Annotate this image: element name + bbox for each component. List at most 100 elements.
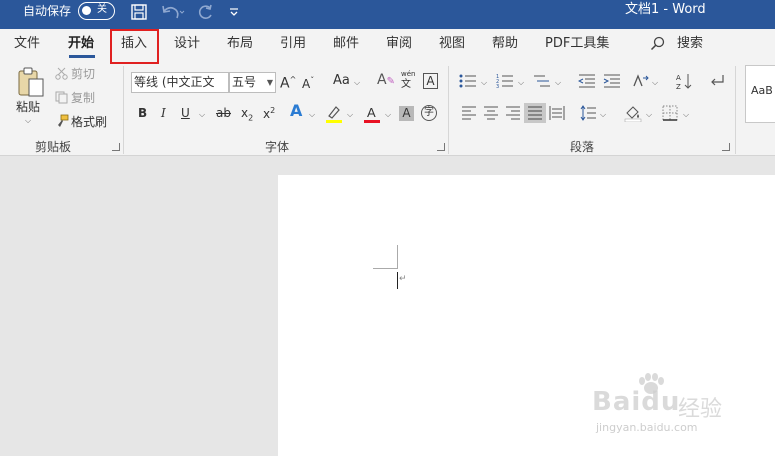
enclose-characters-icon[interactable]: 字 <box>421 105 437 121</box>
crop-mark <box>397 245 398 269</box>
text-effects-icon[interactable]: A <box>290 103 302 119</box>
format-painter-button[interactable]: 格式刷 <box>71 115 107 129</box>
tab-pdf-tools[interactable]: PDF工具集 <box>545 36 609 52</box>
font-size-dropdown-icon: ▼ <box>266 78 273 87</box>
title-bar: 自动保存 关 文档1 - Word <box>0 0 775 29</box>
autosave-state: 关 <box>97 4 107 15</box>
tab-home[interactable]: 开始 <box>68 36 94 52</box>
borders-icon[interactable] <box>662 105 678 124</box>
tab-mailings[interactable]: 邮件 <box>333 36 359 52</box>
strikethrough-button[interactable]: ab <box>216 106 231 120</box>
highlight-dropdown-icon[interactable]: ⌵ <box>347 110 353 120</box>
cut-button[interactable]: 剪切 <box>71 67 95 81</box>
crop-mark <box>373 268 398 269</box>
shrink-font-icon[interactable]: Aˇ <box>302 74 314 91</box>
svg-text:3: 3 <box>496 84 499 89</box>
paragraph-group-label: 段落 <box>570 140 595 154</box>
phonetic-guide-icon[interactable]: wén 文 <box>401 70 415 92</box>
subscript-button[interactable]: x2 <box>241 106 253 125</box>
active-tab-underline <box>69 55 95 58</box>
tab-design[interactable]: 设计 <box>174 36 200 52</box>
bullets-icon[interactable] <box>459 73 477 92</box>
ribbon: 粘贴 ⌵ 剪切 复制 格式刷 剪贴板 等线 (中文正文 五号 ▼ A^ Aˇ A… <box>0 60 775 156</box>
shading-icon[interactable] <box>624 104 642 125</box>
paste-dropdown-icon[interactable]: ⌵ <box>25 116 31 126</box>
highlight-icon[interactable] <box>325 104 343 127</box>
font-name-combo[interactable]: 等线 (中文正文 <box>131 72 229 93</box>
shading-dropdown-icon[interactable]: ⌵ <box>646 110 652 120</box>
paragraph-mark-icon: ↵ <box>399 274 407 284</box>
autosave-toggle[interactable]: 关 <box>78 2 115 20</box>
character-border-icon[interactable]: A <box>423 73 438 89</box>
chinese-layout-dropdown-icon[interactable]: ⌵ <box>652 78 658 88</box>
customize-qat-icon[interactable] <box>228 3 240 23</box>
svg-text:A: A <box>676 74 681 82</box>
decrease-indent-icon[interactable] <box>577 73 596 92</box>
redo-icon[interactable] <box>195 3 215 23</box>
tab-references[interactable]: 引用 <box>280 36 306 52</box>
font-launcher-icon[interactable] <box>437 143 445 151</box>
svg-text:A: A <box>367 105 376 120</box>
autosave-label: 自动保存 <box>23 4 72 18</box>
tab-help[interactable]: 帮助 <box>492 36 518 52</box>
grow-font-icon[interactable]: A^ <box>280 73 296 91</box>
font-group-label: 字体 <box>265 140 290 154</box>
font-size-combo[interactable]: 五号 ▼ <box>229 72 276 93</box>
group-separator <box>448 66 449 154</box>
superscript-button[interactable]: x2 <box>263 104 275 121</box>
multilevel-list-dropdown-icon[interactable]: ⌵ <box>555 78 561 88</box>
show-formatting-marks-icon[interactable] <box>709 73 725 92</box>
watermark-url: jingyan.baidu.com <box>596 421 698 434</box>
underline-dropdown-icon[interactable]: ⌵ <box>199 110 205 120</box>
character-shading-icon[interactable]: A <box>399 106 414 121</box>
paragraph-launcher-icon[interactable] <box>722 143 730 151</box>
insert-tab-highlight <box>110 29 159 64</box>
sort-icon[interactable]: AZ <box>675 72 693 93</box>
text-cursor <box>397 272 398 289</box>
clipboard-launcher-icon[interactable] <box>112 143 120 151</box>
paste-button[interactable]: 粘贴 <box>16 100 40 114</box>
toggle-knob <box>82 6 91 15</box>
clear-formatting-icon[interactable]: A✎ <box>377 73 395 89</box>
tab-view[interactable]: 视图 <box>439 36 465 52</box>
undo-icon[interactable] <box>160 3 186 23</box>
distributed-icon[interactable] <box>549 106 565 123</box>
underline-button[interactable]: U <box>181 106 190 120</box>
change-case-icon[interactable]: Aa <box>333 74 350 88</box>
tab-layout[interactable]: 布局 <box>227 36 253 52</box>
style-gallery-item[interactable]: AaB <box>745 65 775 123</box>
tab-file[interactable]: 文件 <box>14 36 40 52</box>
chinese-layout-icon[interactable] <box>632 72 650 93</box>
bullets-dropdown-icon[interactable]: ⌵ <box>481 78 487 88</box>
align-center-icon[interactable] <box>483 106 499 123</box>
increase-indent-icon[interactable] <box>603 73 621 92</box>
tab-review[interactable]: 审阅 <box>386 36 412 52</box>
watermark-brand: Baidu <box>592 387 681 417</box>
font-color-dropdown-icon[interactable]: ⌵ <box>385 110 391 120</box>
font-color-icon[interactable]: A <box>363 104 381 127</box>
change-case-dropdown-icon[interactable]: ⌵ <box>354 78 360 88</box>
document-title: 文档1 - Word <box>625 2 706 17</box>
line-spacing-icon[interactable] <box>579 105 597 124</box>
numbering-dropdown-icon[interactable]: ⌵ <box>518 78 524 88</box>
align-right-icon[interactable] <box>505 106 521 123</box>
italic-button[interactable]: I <box>161 106 166 120</box>
multilevel-list-icon[interactable] <box>533 73 551 92</box>
clipboard-group-label: 剪贴板 <box>35 140 72 154</box>
align-left-icon[interactable] <box>461 106 477 123</box>
svg-text:Z: Z <box>676 83 681 90</box>
borders-dropdown-icon[interactable]: ⌵ <box>683 110 689 120</box>
paste-icon[interactable] <box>16 66 46 101</box>
numbering-icon[interactable]: 123 <box>496 73 514 92</box>
tab-search[interactable]: 搜索 <box>677 36 703 52</box>
justify-icon[interactable] <box>524 103 546 123</box>
bold-button[interactable]: B <box>138 106 147 120</box>
cut-icon <box>55 67 68 83</box>
group-separator <box>123 66 124 154</box>
text-effects-dropdown-icon[interactable]: ⌵ <box>309 110 315 120</box>
search-icon[interactable] <box>650 36 666 55</box>
line-spacing-dropdown-icon[interactable]: ⌵ <box>600 110 606 120</box>
save-icon[interactable] <box>130 3 148 23</box>
copy-button[interactable]: 复制 <box>71 91 95 105</box>
style-preview-text: AaB <box>751 84 773 97</box>
